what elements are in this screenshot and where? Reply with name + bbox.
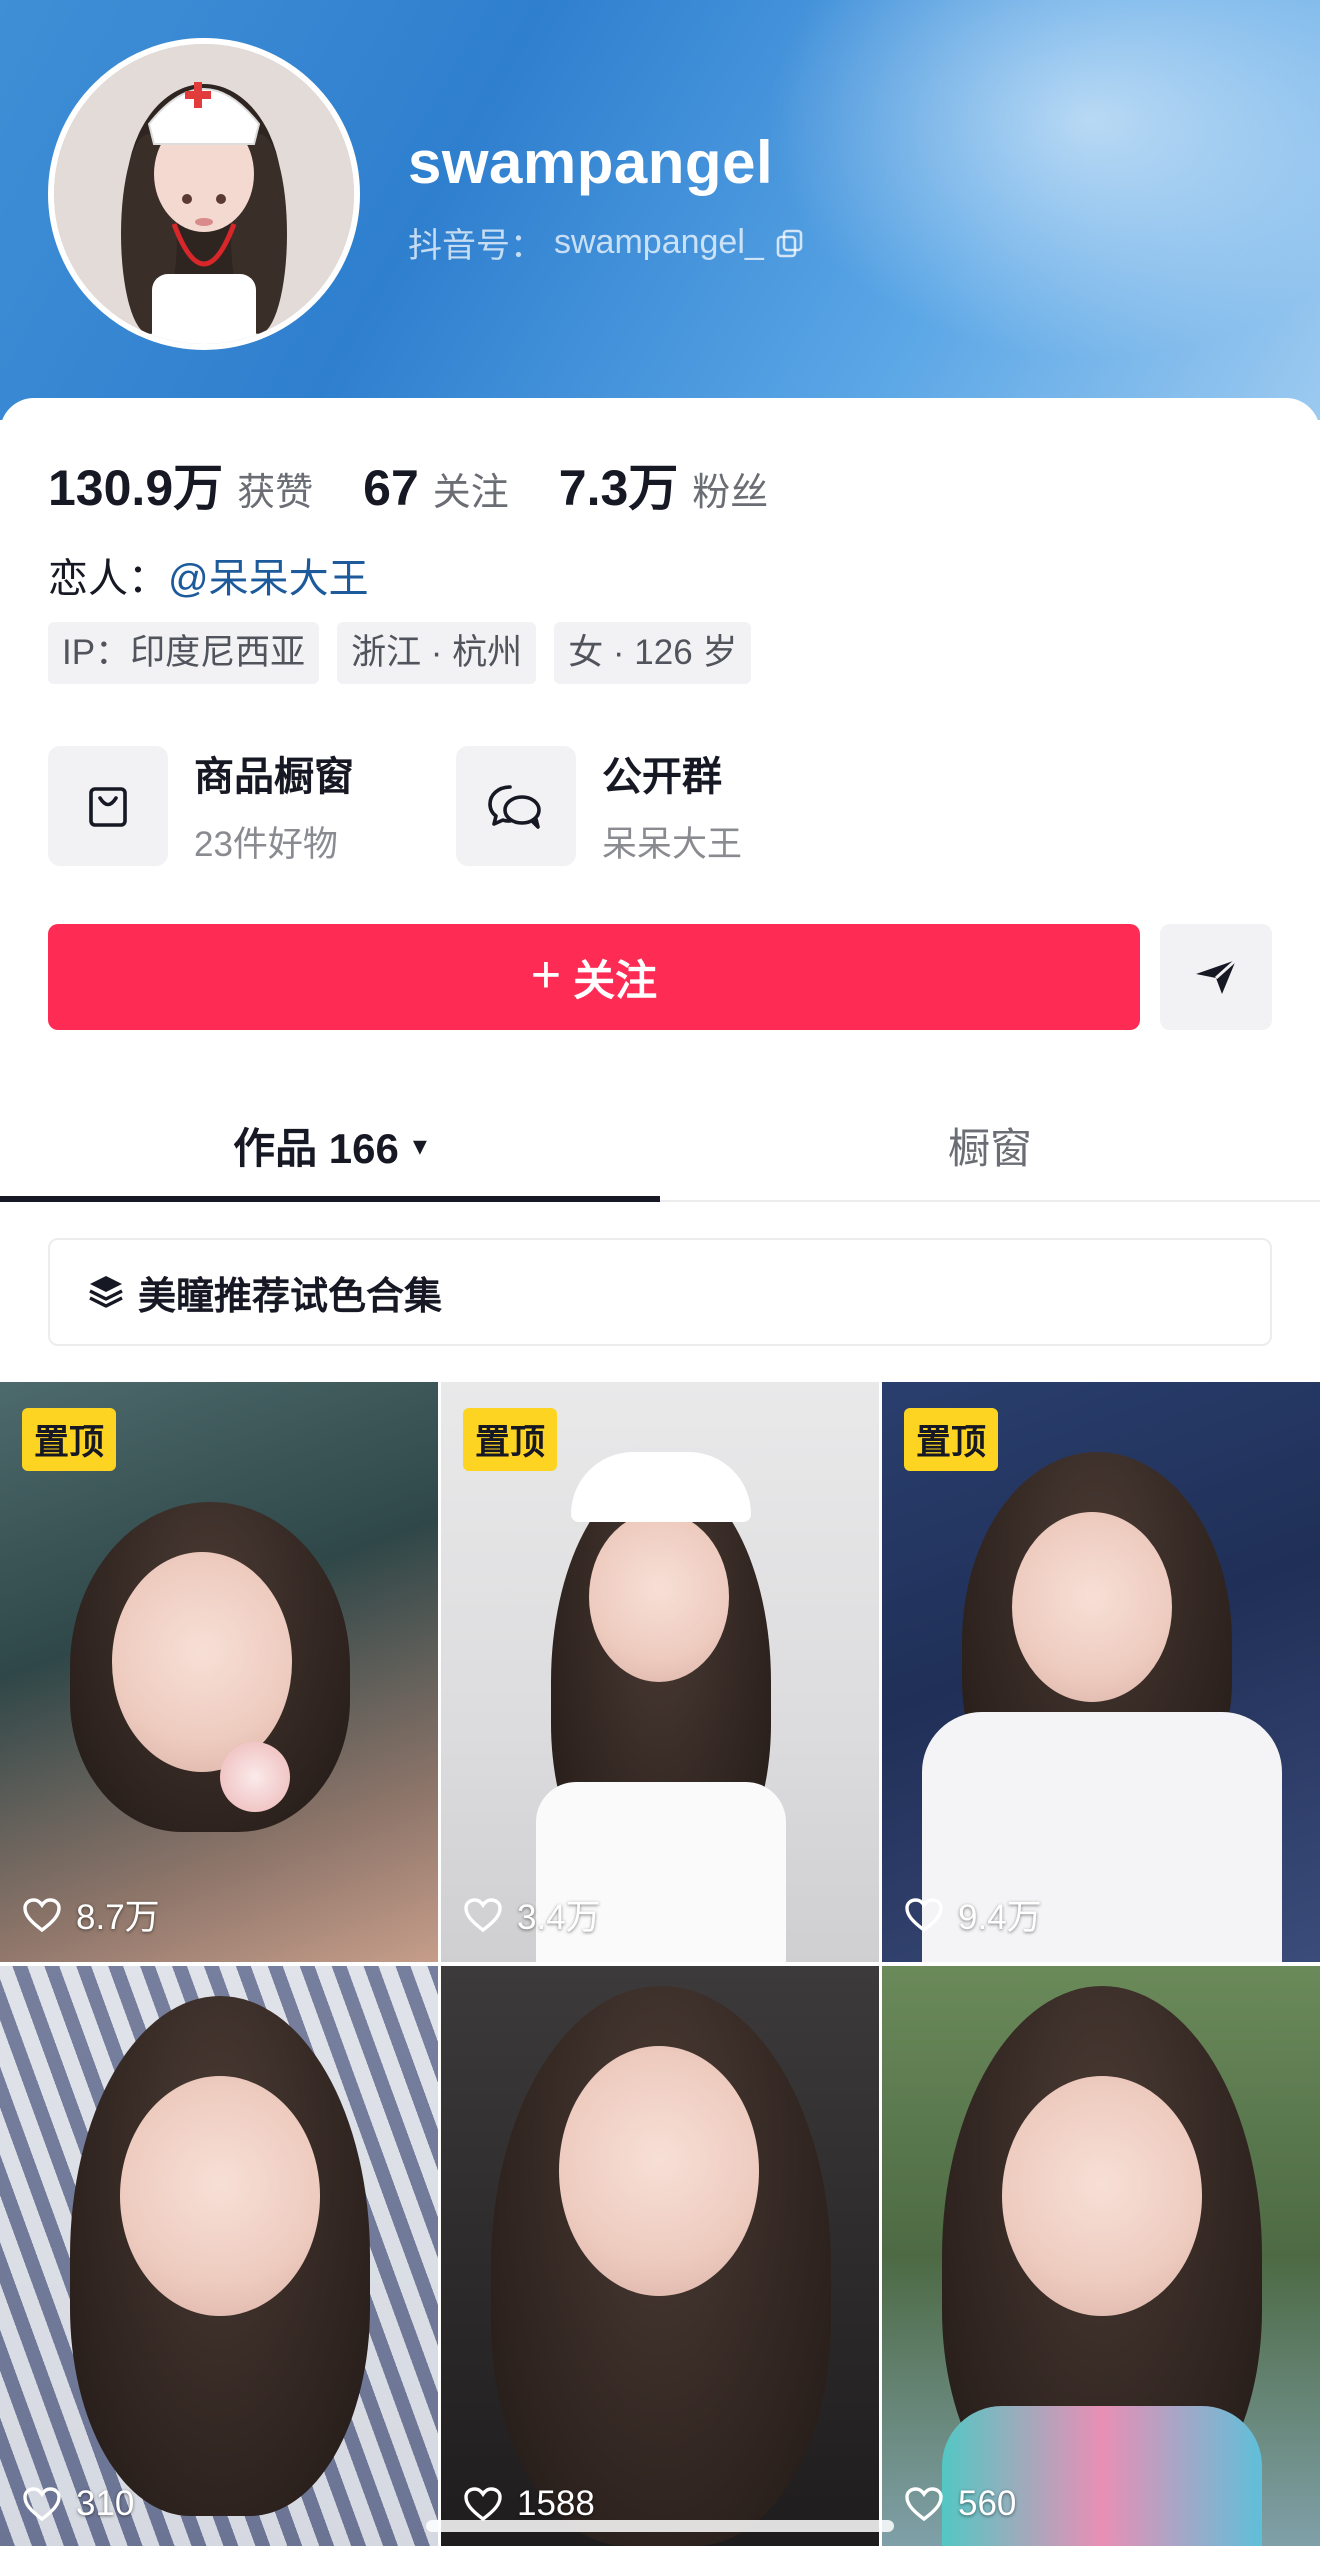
copy-icon[interactable] bbox=[774, 227, 806, 259]
video-thumbnail[interactable]: 置顶 8.7万 bbox=[0, 1382, 438, 1962]
feature-text: 公开群 呆呆大王 bbox=[602, 744, 742, 867]
follow-button[interactable]: + 关注 bbox=[48, 924, 1140, 1030]
tab-works[interactable]: 作品 166 ▾ bbox=[0, 1090, 660, 1200]
send-icon bbox=[1196, 958, 1238, 994]
heart-icon bbox=[23, 2487, 61, 2522]
video-thumbnail[interactable]: 560 bbox=[882, 1966, 1320, 2546]
stat-value: 130.9万 bbox=[48, 460, 224, 516]
thumbnail-photo-face bbox=[1012, 1512, 1172, 1702]
stat-followers[interactable]: 7.3万 粉丝 bbox=[559, 448, 769, 520]
follow-label: 关注 bbox=[573, 956, 658, 1004]
stat-value: 67 bbox=[363, 460, 419, 516]
feature-icon-box bbox=[456, 745, 576, 866]
header-background-glow bbox=[740, 0, 1320, 380]
video-likes: 310 bbox=[22, 2484, 134, 2524]
stat-likes[interactable]: 130.9万 获赞 bbox=[48, 448, 313, 520]
heart-icon bbox=[905, 1897, 943, 1932]
content-tabs: 作品 166 ▾ 橱窗 bbox=[0, 1090, 1320, 1202]
lover-link[interactable]: @呆呆大王 bbox=[168, 557, 369, 601]
tag-ip-location: IP：印度尼西亚 bbox=[48, 622, 320, 684]
stat-label: 关注 bbox=[432, 472, 509, 514]
send-message-button[interactable] bbox=[1160, 924, 1272, 1030]
video-thumbnail[interactable]: 310 bbox=[0, 1966, 438, 2546]
thumbnail-photo-face bbox=[112, 1552, 292, 1772]
profile-tags: IP：印度尼西亚 浙江 · 杭州 女 · 126 岁 bbox=[48, 622, 752, 684]
heart-icon bbox=[464, 1897, 502, 1932]
username: swampangel bbox=[408, 129, 774, 196]
tab-shop-label: 橱窗 bbox=[947, 1124, 1032, 1172]
video-likes: 1588 bbox=[463, 2484, 595, 2524]
pinned-badge: 置顶 bbox=[22, 1408, 117, 1471]
feature-icon-box bbox=[48, 745, 168, 866]
avatar[interactable] bbox=[48, 38, 360, 350]
stats-row: 130.9万 获赞 67 关注 7.3万 粉丝 bbox=[48, 448, 818, 520]
video-likes: 8.7万 bbox=[22, 1889, 160, 1940]
lover-label: 恋人： bbox=[48, 557, 168, 601]
likes-count: 8.7万 bbox=[76, 1898, 160, 1937]
lover-row: 恋人：@呆呆大王 bbox=[48, 546, 369, 604]
feature-entries: 商品橱窗 23件好物 公开群 呆呆大王 bbox=[48, 744, 864, 867]
thumbnail-photo-face bbox=[120, 2076, 320, 2316]
tag-gender-age: 女 · 126 岁 bbox=[554, 622, 752, 684]
feature-text: 商品橱窗 23件好物 bbox=[194, 744, 354, 867]
douyin-id-label: 抖音号： bbox=[408, 227, 544, 265]
thumbnail-photo-face bbox=[1002, 2076, 1202, 2316]
collection-banner[interactable]: 美瞳推荐试色合集 bbox=[48, 1238, 1272, 1346]
floral-top-graphic bbox=[942, 2406, 1262, 2546]
stat-label: 粉丝 bbox=[692, 472, 769, 514]
stat-value: 7.3万 bbox=[558, 460, 679, 516]
tab-works-label: 作品 166 bbox=[233, 1124, 399, 1172]
video-likes: 9.4万 bbox=[904, 1889, 1042, 1940]
douyin-id-value: swampangel_ bbox=[554, 223, 764, 261]
feature-public-group[interactable]: 公开群 呆呆大王 bbox=[456, 744, 864, 867]
heart-icon bbox=[23, 1897, 61, 1932]
plus-icon: + bbox=[530, 946, 562, 1004]
likes-count: 310 bbox=[76, 2484, 135, 2523]
feature-subtitle: 呆呆大王 bbox=[602, 825, 743, 864]
video-thumbnail[interactable]: 1588 bbox=[441, 1966, 879, 2546]
pinned-badge: 置顶 bbox=[463, 1408, 558, 1471]
douyin-id-row[interactable]: 抖音号： swampangel_ bbox=[408, 218, 806, 267]
home-indicator[interactable] bbox=[426, 2520, 894, 2532]
stat-following[interactable]: 67 关注 bbox=[363, 459, 509, 517]
video-likes: 560 bbox=[904, 2484, 1016, 2524]
tab-active-indicator bbox=[0, 1196, 660, 1202]
feature-title: 商品橱窗 bbox=[194, 755, 354, 799]
thumbnail-photo-face bbox=[589, 1512, 729, 1682]
profile-card: 130.9万 获赞 67 关注 7.3万 粉丝 恋人：@呆呆大王 IP：印度尼西… bbox=[0, 398, 1320, 1378]
likes-count: 9.4万 bbox=[958, 1898, 1042, 1937]
tab-shop-window[interactable]: 橱窗 bbox=[660, 1090, 1320, 1200]
caret-down-icon: ▾ bbox=[412, 1129, 427, 1161]
avatar-photo bbox=[54, 44, 354, 344]
pinned-badge: 置顶 bbox=[904, 1408, 999, 1471]
feature-title: 公开群 bbox=[602, 755, 722, 799]
group-chat-icon bbox=[488, 784, 541, 829]
stat-label: 获赞 bbox=[237, 472, 314, 514]
heart-icon bbox=[464, 2487, 502, 2522]
feature-subtitle: 23件好物 bbox=[194, 825, 338, 864]
likes-count: 3.4万 bbox=[517, 1898, 601, 1937]
collection-label: 美瞳推荐试色合集 bbox=[138, 1275, 443, 1318]
video-thumbnail[interactable]: 置顶 9.4万 bbox=[882, 1382, 1320, 1962]
shopping-bag-icon bbox=[89, 786, 127, 827]
layers-icon bbox=[86, 1272, 126, 1312]
thumbnail-photo-face bbox=[559, 2046, 759, 2296]
feature-shop-window[interactable]: 商品橱窗 23件好物 bbox=[48, 744, 456, 867]
nurse-cap-graphic bbox=[571, 1452, 751, 1522]
likes-count: 560 bbox=[958, 2484, 1017, 2523]
rose-graphic bbox=[220, 1742, 290, 1812]
video-likes: 3.4万 bbox=[463, 1889, 601, 1940]
heart-icon bbox=[905, 2487, 943, 2522]
video-thumbnail[interactable]: 置顶 3.4万 bbox=[441, 1382, 879, 1962]
tag-region: 浙江 · 杭州 bbox=[337, 622, 537, 684]
likes-count: 1588 bbox=[517, 2484, 595, 2523]
